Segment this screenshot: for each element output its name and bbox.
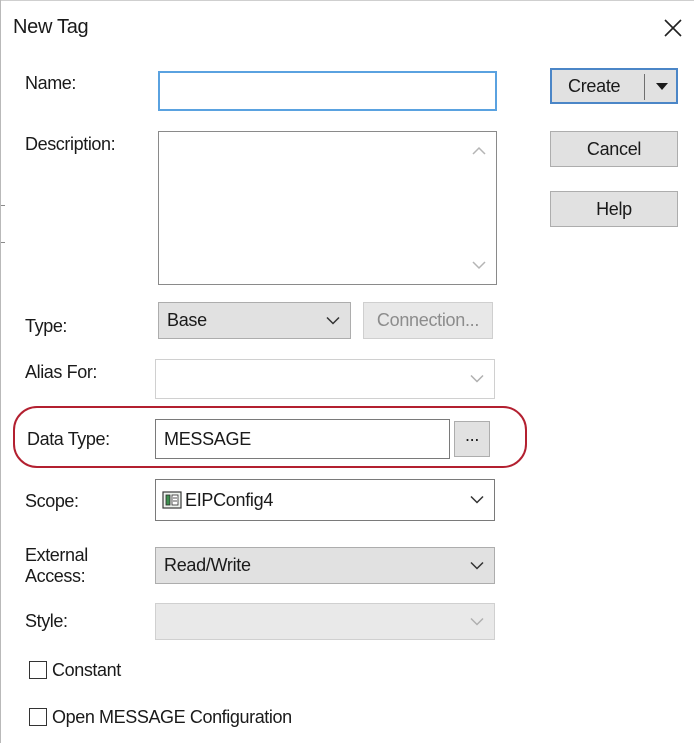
left-edge-tick	[1, 242, 5, 243]
type-select[interactable]: Base	[158, 302, 351, 339]
name-input[interactable]	[158, 71, 497, 111]
style-label: Style:	[25, 611, 68, 631]
connection-button[interactable]: Connection...	[363, 302, 493, 339]
chevron-down-icon	[326, 316, 340, 325]
open-message-config-label: Open MESSAGE Configuration	[52, 707, 292, 727]
external-access-select[interactable]: Read/Write	[155, 547, 495, 584]
chevron-down-icon	[470, 374, 484, 383]
scroll-up-icon[interactable]	[472, 146, 486, 155]
chevron-down-icon	[470, 495, 484, 504]
constant-label: Constant	[52, 660, 121, 680]
dialog-title: New Tag	[13, 16, 89, 38]
type-label: Type:	[25, 316, 68, 336]
split-divider	[644, 74, 645, 100]
constant-checkbox[interactable]	[29, 661, 47, 679]
external-access-label: External Access:	[25, 545, 88, 587]
data-type-label: Data Type:	[27, 429, 110, 449]
open-message-config-checkbox[interactable]	[29, 708, 47, 726]
description-textarea[interactable]	[158, 131, 497, 285]
data-type-browse-button[interactable]: ...	[454, 421, 490, 457]
scroll-down-icon[interactable]	[472, 261, 486, 270]
external-access-label-line1: External	[25, 545, 88, 565]
scope-value: EIPConfig4	[185, 489, 274, 510]
close-button[interactable]	[655, 10, 691, 46]
close-icon	[664, 19, 682, 37]
title-bar-border	[1, 0, 694, 1]
create-button[interactable]: Create	[550, 68, 678, 104]
caret-down-icon[interactable]	[656, 83, 668, 91]
alias-for-label: Alias For:	[25, 362, 98, 382]
alias-for-select[interactable]	[155, 359, 495, 399]
scope-label: Scope:	[25, 491, 79, 511]
name-label: Name:	[25, 73, 77, 93]
description-label: Description:	[25, 134, 116, 154]
scope-select[interactable]: EIPConfig4	[155, 479, 495, 521]
data-type-input[interactable]	[155, 419, 450, 459]
external-access-value: Read/Write	[164, 555, 251, 575]
chevron-down-icon	[470, 561, 484, 570]
chevron-down-icon	[470, 617, 484, 626]
external-access-label-line2: Access:	[25, 566, 86, 586]
new-tag-dialog: New Tag Name: Description: Type: Base Co…	[0, 0, 694, 743]
style-select[interactable]	[155, 603, 495, 640]
create-button-label: Create	[568, 75, 621, 96]
cancel-button[interactable]: Cancel	[550, 131, 678, 167]
type-select-value: Base	[167, 310, 207, 330]
help-button[interactable]: Help	[550, 191, 678, 227]
controller-icon	[162, 491, 182, 509]
left-edge-tick	[1, 205, 5, 206]
